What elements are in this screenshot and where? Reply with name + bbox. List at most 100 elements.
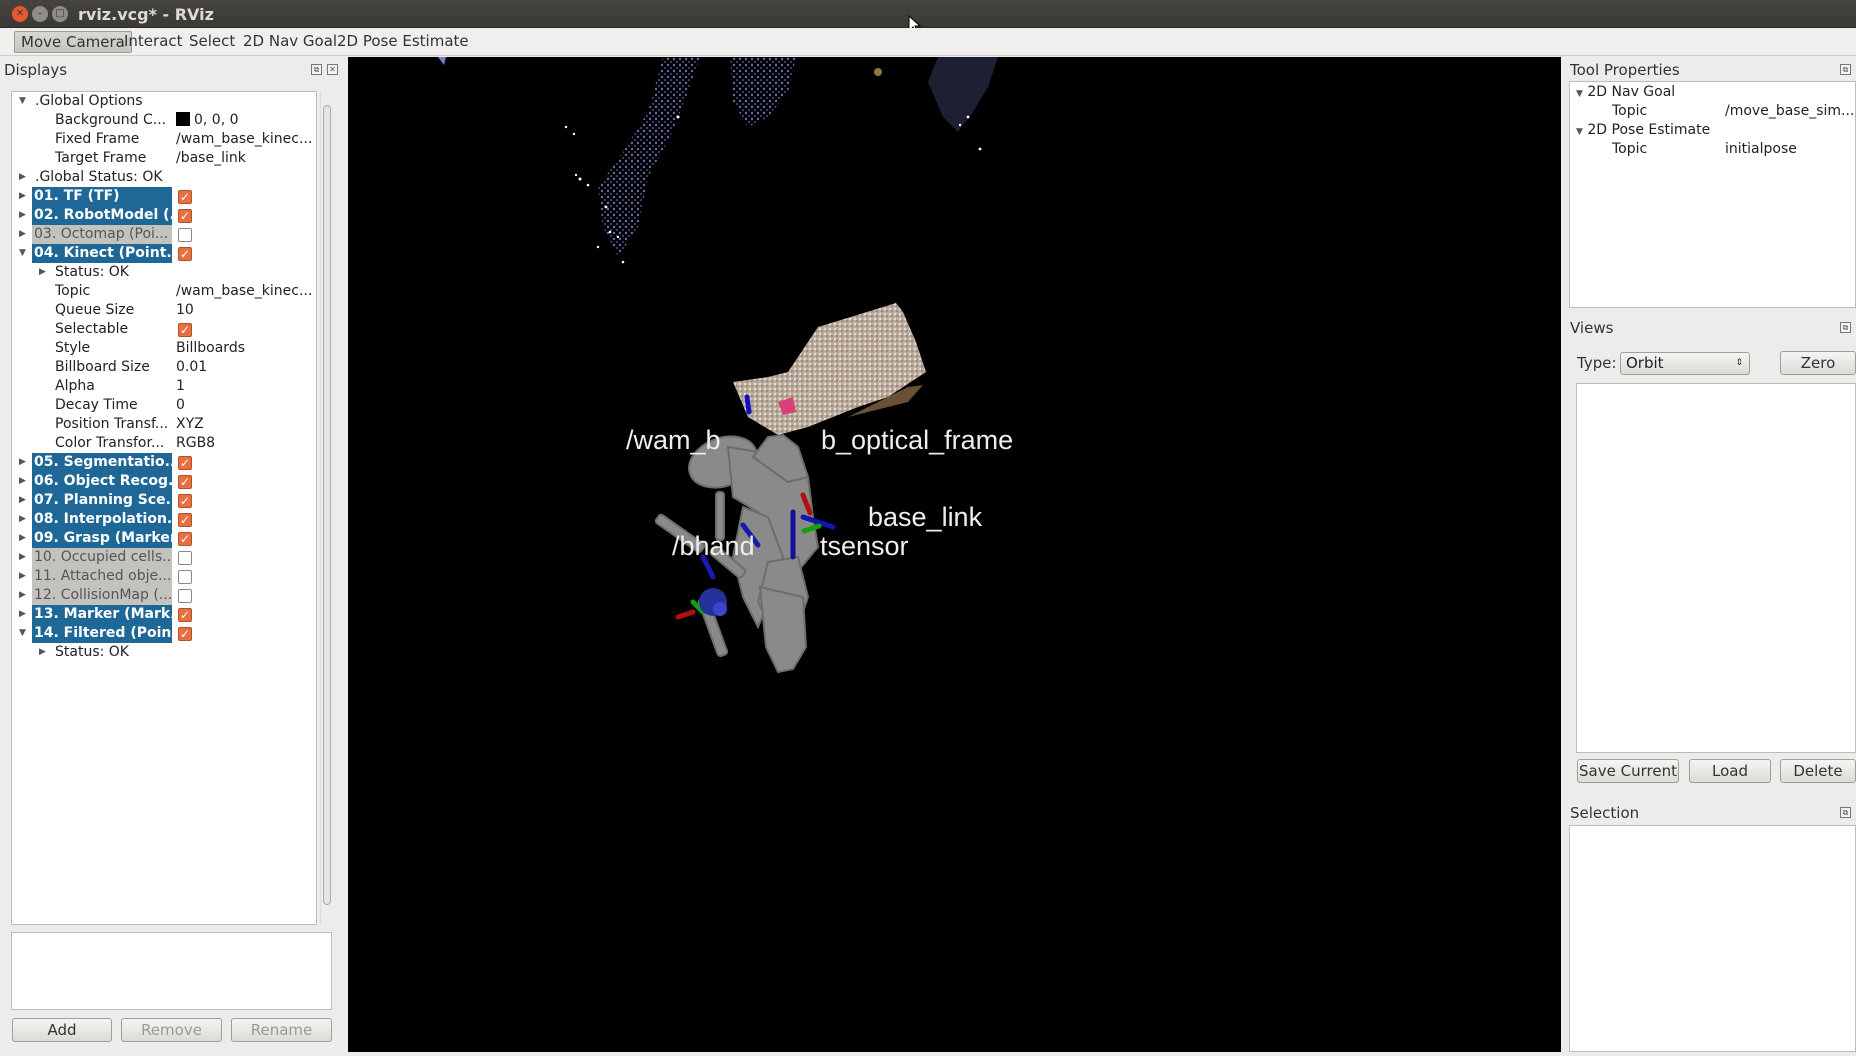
expand-arrow-icon[interactable]: ▶ (19, 472, 29, 491)
tree-row-topic[interactable]: Topic/wam_base_kinec... (12, 282, 316, 301)
3d-render-viewport[interactable]: /wam_b b_optical_frame base_link /bhand … (348, 57, 1561, 1052)
tree-row-decay-time[interactable]: Decay Time 0 (12, 396, 316, 415)
display-item-grasp[interactable]: ▶ 09. Grasp (Marker) ✓ (12, 529, 316, 548)
displays-tree[interactable]: ▼ .Global Options Background C... 0, 0, 0 … (11, 91, 317, 925)
tool-pose-estimate[interactable]: ▼ 2D Pose Estimate (1576, 122, 1710, 138)
add-display-button[interactable]: Add (12, 1018, 112, 1042)
tree-row-style[interactable]: Style Billboards (12, 339, 316, 358)
float-icon[interactable]: ⧉ (311, 64, 322, 75)
nav-topic-value[interactable]: /move_base_sim... (1725, 103, 1855, 119)
float-icon[interactable]: ⧉ (1840, 322, 1851, 333)
tree-row-billboard-size[interactable]: Billboard Size 0.01 (12, 358, 316, 377)
display-item-interpolation[interactable]: ▶ 08. Interpolation... ✓ (12, 510, 316, 529)
expand-arrow-icon[interactable]: ▶ (19, 491, 29, 510)
tree-row-alpha[interactable]: Alpha 1 (12, 377, 316, 396)
display-item-filtered[interactable]: ▼ 14. Filtered (Poin... ✓ (12, 624, 316, 643)
tree-row-queue-size[interactable]: Queue Size 10 (12, 301, 316, 320)
toolbar: Move Camera Interact Select 2D Nav Goal … (0, 28, 1856, 56)
collapse-arrow-icon[interactable]: ▼ (1576, 127, 1583, 137)
view-type-select[interactable]: Orbit ⇕ (1620, 352, 1750, 375)
display-item-planning-scene[interactable]: ▶ 07. Planning Sce... ✓ (12, 491, 316, 510)
enable-checkbox[interactable]: ✓ (178, 190, 192, 204)
close-icon[interactable]: ✕ (327, 64, 338, 75)
tree-row-global-options[interactable]: ▼ .Global Options (12, 92, 316, 111)
display-item-occupied-cells[interactable]: ▶ 10. Occupied cells... (12, 548, 316, 567)
enable-checkbox[interactable]: ✓ (178, 513, 192, 527)
expand-arrow-icon[interactable]: ▶ (19, 187, 29, 206)
rename-display-button[interactable]: Rename (231, 1018, 332, 1042)
expand-arrow-icon[interactable]: ▶ (19, 605, 29, 624)
expand-arrow-icon[interactable]: ▶ (39, 643, 49, 662)
display-item-kinect[interactable]: ▼ 04. Kinect (Point... ✓ (12, 244, 316, 263)
tree-row-color-transformer[interactable]: Color Transfor... RGB8 (12, 434, 316, 453)
display-item-attached-objects[interactable]: ▶ 11. Attached obje... (12, 567, 316, 586)
enable-checkbox[interactable]: ✓ (178, 456, 192, 470)
display-item-marker[interactable]: ▶ 13. Marker (Mark... ✓ (12, 605, 316, 624)
enable-checkbox[interactable] (178, 589, 192, 603)
tree-row-background-color[interactable]: Background C... 0, 0, 0 (12, 111, 316, 130)
tree-row-target-frame[interactable]: Target Frame/base_link (12, 149, 316, 168)
delete-view-button[interactable]: Delete (1780, 759, 1856, 783)
tf-label-bhand: /bhand (672, 531, 755, 561)
maximize-window-button[interactable]: □ (52, 6, 68, 22)
enable-checkbox[interactable]: ✓ (178, 209, 192, 223)
interact-tool[interactable]: Interact (118, 31, 189, 53)
expand-arrow-icon[interactable]: ▶ (19, 453, 29, 472)
scrollbar-thumb[interactable] (323, 105, 331, 905)
collapse-arrow-icon[interactable]: ▼ (19, 92, 29, 111)
display-item-object-recognition[interactable]: ▶ 06. Object Recog... ✓ (12, 472, 316, 491)
tree-row-fixed-frame[interactable]: Fixed Frame/wam_base_kinec... (12, 130, 316, 149)
enable-checkbox[interactable]: ✓ (178, 475, 192, 489)
zero-view-button[interactable]: Zero (1780, 351, 1856, 375)
enable-checkbox[interactable] (178, 570, 192, 584)
display-item-octomap[interactable]: ▶ 03. Octomap (Poi... (12, 225, 316, 244)
expand-arrow-icon[interactable]: ▶ (19, 510, 29, 529)
tree-row-global-status[interactable]: ▶ .Global Status: OK (12, 168, 316, 187)
2d-pose-estimate-tool[interactable]: 2D Pose Estimate (331, 31, 475, 53)
2d-nav-goal-tool[interactable]: 2D Nav Goal (237, 31, 343, 53)
views-list[interactable] (1576, 383, 1856, 753)
minimize-window-button[interactable]: – (32, 6, 48, 22)
selection-tree[interactable] (1569, 825, 1856, 1052)
select-tool[interactable]: Select (183, 31, 241, 53)
float-icon[interactable]: ⧉ (1840, 64, 1851, 75)
display-item-robotmodel[interactable]: ▶ 02. RobotModel (... ✓ (12, 206, 316, 225)
expand-arrow-icon[interactable]: ▶ (19, 206, 29, 225)
expand-arrow-icon[interactable]: ▶ (19, 225, 29, 244)
tree-row-kinect-status[interactable]: ▶ Status: OK (12, 263, 316, 282)
save-current-view-button[interactable]: Save Current (1577, 759, 1679, 783)
expand-arrow-icon[interactable]: ▶ (19, 567, 29, 586)
close-window-button[interactable]: ✕ (12, 6, 28, 22)
enable-checkbox[interactable]: ✓ (178, 247, 192, 261)
displays-scrollbar[interactable] (320, 91, 332, 925)
remove-display-button[interactable]: Remove (121, 1018, 222, 1042)
float-icon[interactable]: ⧉ (1840, 807, 1851, 818)
move-camera-tool[interactable]: Move Camera (14, 31, 132, 53)
tree-row-filtered-status[interactable]: ▶ Status: OK (12, 643, 316, 662)
collapse-arrow-icon[interactable]: ▼ (19, 244, 29, 263)
expand-arrow-icon[interactable]: ▶ (19, 168, 29, 187)
expand-arrow-icon[interactable]: ▶ (39, 263, 49, 282)
collapse-arrow-icon[interactable]: ▼ (1576, 89, 1583, 99)
load-view-button[interactable]: Load (1689, 759, 1771, 783)
enable-checkbox[interactable]: ✓ (178, 608, 192, 622)
display-item-segmentation[interactable]: ▶ 05. Segmentatio... ✓ (12, 453, 316, 472)
tool-properties-tree[interactable]: ▼ 2D Nav Goal Topic /move_base_sim... ▼ … (1569, 81, 1856, 308)
enable-checkbox[interactable] (178, 551, 192, 565)
expand-arrow-icon[interactable]: ▶ (19, 548, 29, 567)
expand-arrow-icon[interactable]: ▶ (19, 529, 29, 548)
enable-checkbox[interactable]: ✓ (178, 494, 192, 508)
selectable-checkbox[interactable]: ✓ (178, 323, 192, 337)
display-item-collisionmap[interactable]: ▶ 12. CollisionMap (... (12, 586, 316, 605)
enable-checkbox[interactable]: ✓ (178, 627, 192, 641)
color-swatch[interactable] (176, 112, 190, 126)
enable-checkbox[interactable] (178, 228, 192, 242)
tool-nav-goal[interactable]: ▼ 2D Nav Goal (1576, 84, 1675, 100)
tree-row-selectable[interactable]: Selectable ✓ (12, 320, 316, 339)
pose-topic-value[interactable]: initialpose (1725, 141, 1797, 157)
display-item-tf[interactable]: ▶ 01. TF (TF) ✓ (12, 187, 316, 206)
tree-row-position-transformer[interactable]: Position Transf... XYZ (12, 415, 316, 434)
expand-arrow-icon[interactable]: ▶ (19, 586, 29, 605)
collapse-arrow-icon[interactable]: ▼ (19, 624, 29, 643)
enable-checkbox[interactable]: ✓ (178, 532, 192, 546)
